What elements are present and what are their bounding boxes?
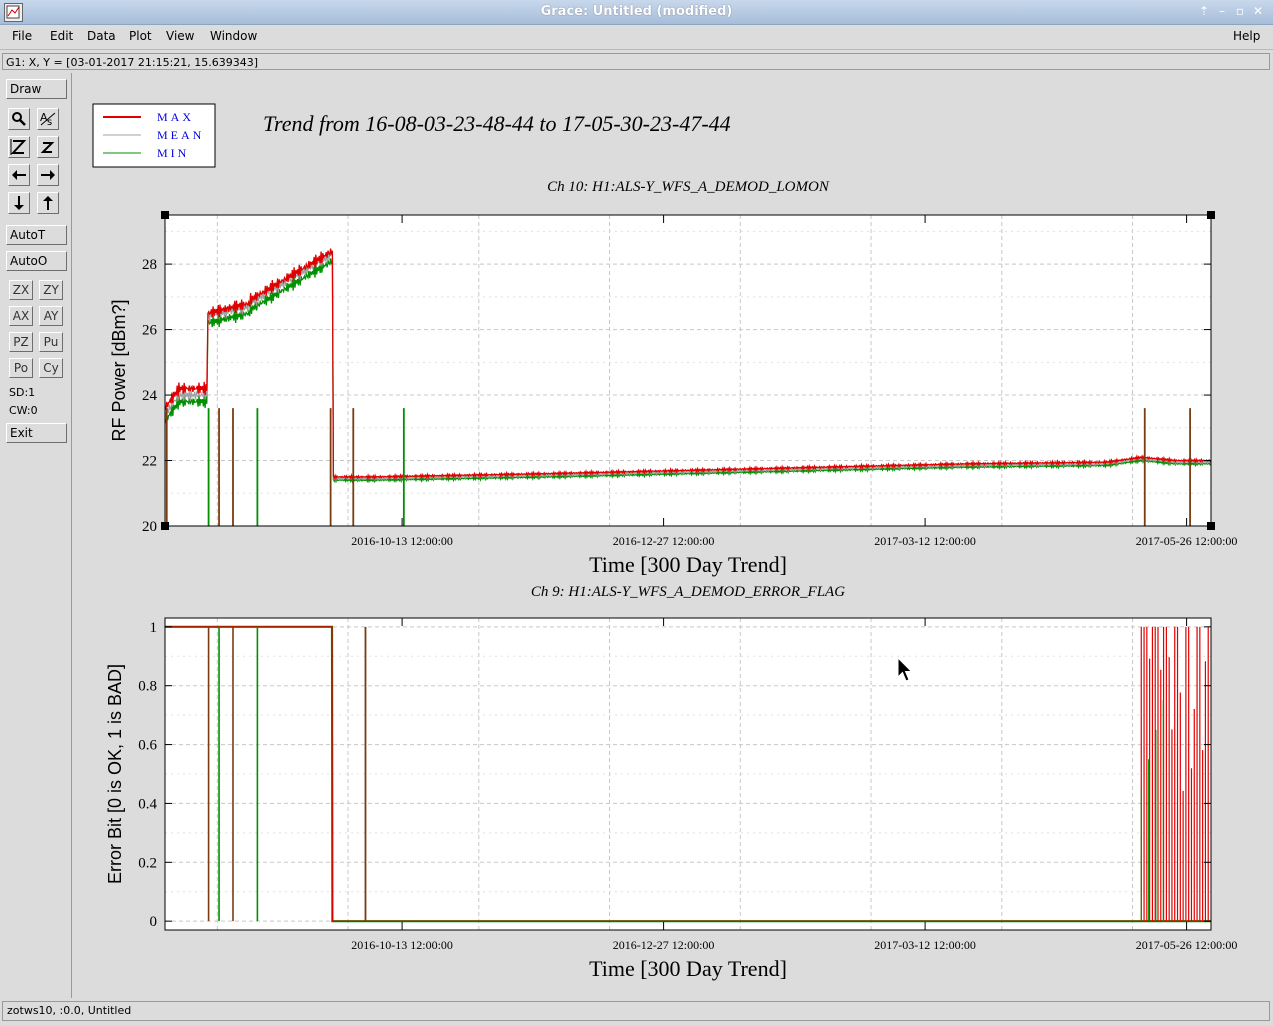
autoscale-icon[interactable]	[8, 136, 30, 158]
selection-handle	[1207, 211, 1215, 219]
menu-plot[interactable]: Plot	[129, 29, 152, 43]
legend-label-max: MAX	[157, 110, 194, 124]
plot-svg[interactable]: MAX MEAN MIN Trend from 16-08-03-23-48-4…	[73, 73, 1271, 998]
minimize-icon[interactable]: –	[1215, 4, 1229, 18]
maximize-icon[interactable]: ▫	[1233, 4, 1247, 18]
menu-data[interactable]: Data	[87, 29, 116, 43]
graph-title: Ch 10: H1:ALS-Y_WFS_A_DEMOD_LOMON	[547, 179, 830, 195]
y-tick-label: 1	[150, 620, 158, 636]
current-world-label: CW:0	[9, 404, 38, 417]
po-button[interactable]: Po	[9, 358, 33, 378]
mouse-cursor-icon	[897, 656, 915, 686]
graph-title: Ch 9: H1:ALS-Y_WFS_A_DEMOD_ERROR_FLAG	[531, 584, 845, 600]
selection-handle	[161, 211, 169, 219]
y-tick-label: 28	[142, 257, 157, 273]
x-tick-label: 2016-10-13 12:00:00	[351, 534, 453, 548]
menu-edit[interactable]: Edit	[50, 29, 73, 43]
pz-button[interactable]: PZ	[9, 332, 33, 352]
legend-label-min: MIN	[157, 146, 189, 160]
zy-button[interactable]: ZY	[39, 280, 63, 300]
locator-bar: G1: X, Y = [03-01-2017 21:15:21, 15.6393…	[2, 53, 1270, 70]
x-axis-label: Time [300 Day Trend]	[589, 956, 787, 981]
x-axis-label: Time [300 Day Trend]	[589, 552, 787, 577]
main-title: Trend from 16-08-03-23-48-44 to 17-05-30…	[263, 111, 731, 136]
close-icon[interactable]: ✕	[1251, 4, 1265, 18]
up-arrow-icon[interactable]	[37, 192, 59, 214]
y-axis-label: RF Power [dBm?]	[109, 299, 129, 441]
text-icon[interactable]: As	[37, 108, 59, 130]
zoom-icon[interactable]	[8, 108, 30, 130]
right-arrow-icon[interactable]	[37, 164, 59, 186]
left-arrow-icon[interactable]	[8, 164, 30, 186]
legend[interactable]: MAX MEAN MIN	[92, 103, 216, 168]
selection-handle	[161, 522, 169, 530]
x-tick-label: 2016-10-13 12:00:00	[351, 938, 453, 952]
x-tick-label: 2017-05-26 12:00:00	[1136, 534, 1238, 548]
y-tick-label: 0	[150, 914, 158, 930]
legend-label-mean: MEAN	[157, 128, 204, 142]
selection-handle	[1207, 522, 1215, 530]
y-tick-label: 20	[142, 519, 157, 535]
x-tick-label: 2017-05-26 12:00:00	[1136, 938, 1238, 952]
y-axis-label: Error Bit [0 is OK, 1 is BAD]	[105, 664, 125, 884]
set-depth-label: SD:1	[9, 386, 36, 399]
x-tick-label: 2016-12-27 12:00:00	[613, 938, 715, 952]
exit-button[interactable]: Exit	[6, 423, 67, 443]
menu-view[interactable]: View	[166, 29, 194, 43]
menu-bar: File Edit Data Plot View Window Help	[0, 25, 1273, 50]
menu-help[interactable]: Help	[1233, 29, 1260, 43]
z-icon[interactable]	[37, 136, 59, 158]
x-tick-label: 2017-03-12 12:00:00	[874, 938, 976, 952]
x-tick-label: 2016-12-27 12:00:00	[613, 534, 715, 548]
window-title: Grace: Untitled (modified)	[540, 4, 733, 19]
y-tick-label: 0.8	[138, 679, 157, 695]
ax-button[interactable]: AX	[9, 306, 33, 326]
menu-file[interactable]: File	[12, 29, 32, 43]
pu-button[interactable]: Pu	[39, 332, 63, 352]
draw-button[interactable]: Draw	[6, 79, 67, 99]
y-tick-label: 0.2	[138, 855, 157, 871]
autoo-button[interactable]: AutoO	[6, 251, 67, 271]
ay-button[interactable]: AY	[39, 306, 63, 326]
down-arrow-icon[interactable]	[8, 192, 30, 214]
plot-canvas[interactable]: MAX MEAN MIN Trend from 16-08-03-23-48-4…	[73, 73, 1271, 998]
tool-panel: Draw As AutoT AutoO ZX ZY AX AY PZ Pu Po…	[2, 73, 72, 998]
zx-button[interactable]: ZX	[9, 280, 33, 300]
y-tick-label: 0.4	[138, 796, 157, 812]
y-tick-label: 24	[142, 388, 158, 404]
title-bar[interactable]: Grace: Untitled (modified) ⇡ – ▫ ✕	[0, 0, 1273, 25]
y-tick-label: 22	[142, 454, 157, 470]
status-bar: zotws10, :0.0, Untitled	[2, 1001, 1270, 1021]
x-tick-label: 2017-03-12 12:00:00	[874, 534, 976, 548]
y-tick-label: 26	[142, 323, 158, 339]
up-icon[interactable]: ⇡	[1197, 4, 1211, 18]
y-tick-label: 0.6	[138, 738, 157, 754]
autot-button[interactable]: AutoT	[6, 225, 67, 245]
menu-window[interactable]: Window	[210, 29, 257, 43]
graph-top[interactable]: 20 22 24 26 28 2016-10-13 12:00:00 2016-12-27 …	[109, 179, 1237, 577]
graph-bottom[interactable]: 0 0.2 0.4 0.6 0.8 1 2016-10-13 12:00:00 2016-12…	[105, 584, 1237, 981]
cy-button[interactable]: Cy	[39, 358, 63, 378]
